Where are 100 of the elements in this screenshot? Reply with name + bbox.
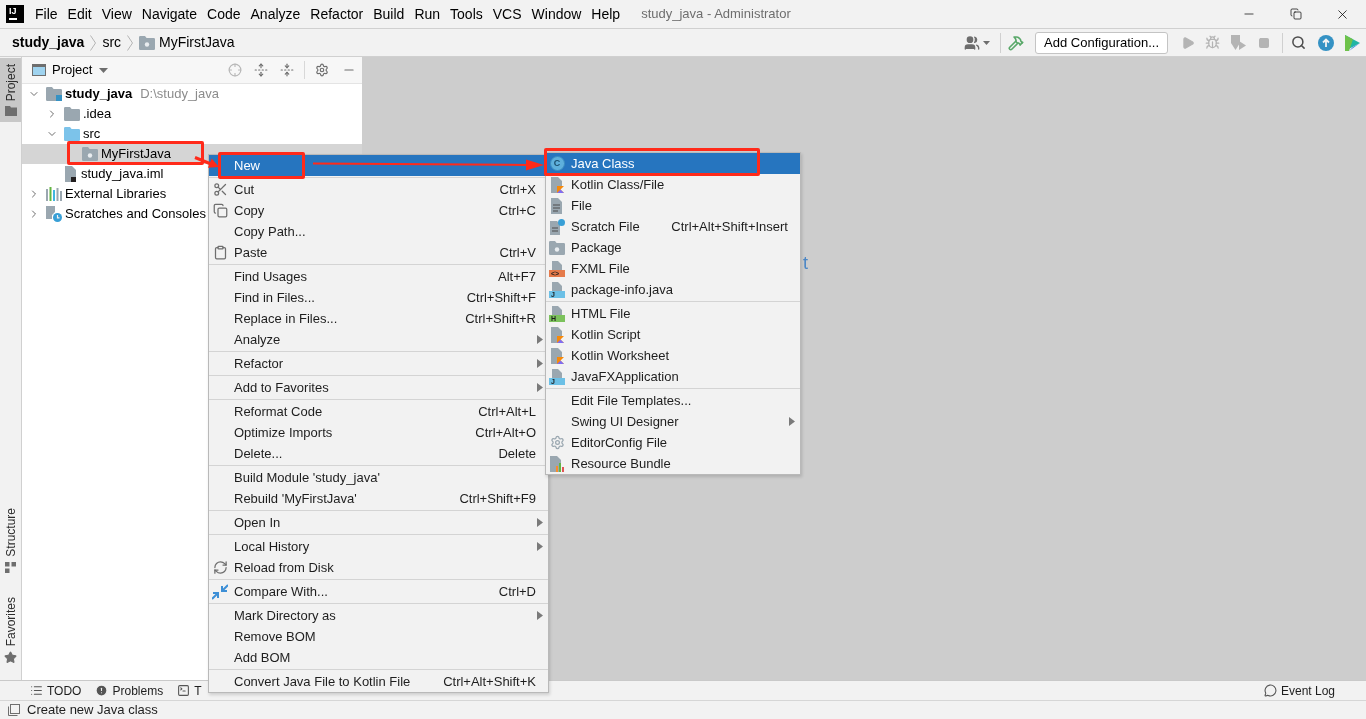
menu-item[interactable]: Package xyxy=(546,237,800,258)
triangle-logo-icon[interactable] xyxy=(1344,34,1360,51)
tool-window-tab[interactable]: Structure xyxy=(0,501,21,579)
project-path: D:\study_java xyxy=(140,85,219,104)
menu-bar-item[interactable]: Build xyxy=(368,2,410,26)
shortcut-label: Ctrl+Alt+Shift+Insert xyxy=(671,217,788,236)
menu-item[interactable]: Open In xyxy=(209,512,548,533)
kotlin-worksheet-icon xyxy=(549,347,565,364)
folder-icon xyxy=(4,106,17,117)
tool-window-tab[interactable]: Problems xyxy=(95,681,164,700)
module-folder-icon xyxy=(46,87,62,101)
menu-item[interactable]: Build Module 'study_java' xyxy=(209,467,548,488)
tool-window-tab[interactable]: Project xyxy=(0,58,21,123)
libraries-icon xyxy=(46,187,62,201)
menu-item[interactable]: Delete... Delete xyxy=(209,443,548,464)
shortcut-label: Ctrl+C xyxy=(498,201,536,220)
menu-item[interactable]: Reformat Code Ctrl+Alt+L xyxy=(209,401,548,422)
copy-icon xyxy=(212,203,228,218)
tool-window-tab[interactable]: Favorites xyxy=(0,590,21,670)
menu-bar-item[interactable]: Run xyxy=(409,2,446,26)
caret-down-icon[interactable] xyxy=(99,67,109,73)
tree-item[interactable]: src xyxy=(22,124,362,144)
event-log-button[interactable]: Event Log xyxy=(1263,681,1335,700)
breadcrumb[interactable]: MyFirstJava xyxy=(139,32,235,53)
package-icon xyxy=(82,147,98,161)
menu-item[interactable]: Find in Files... Ctrl+Shift+F xyxy=(209,287,548,308)
settings-icon[interactable] xyxy=(315,63,329,77)
tool-window-tab[interactable]: TODO xyxy=(30,681,82,700)
menu-bar-item[interactable]: Help xyxy=(586,2,626,26)
menu-bar-item[interactable]: File xyxy=(30,2,63,26)
menu-item[interactable]: Paste Ctrl+V xyxy=(209,242,548,263)
menu-item[interactable]: Swing UI Designer xyxy=(546,411,800,432)
menu-item[interactable]: Optimize Imports Ctrl+Alt+O xyxy=(209,422,548,443)
tool-window-tab[interactable]: T xyxy=(177,681,202,700)
package-icon xyxy=(139,35,156,50)
menu-bar-item[interactable]: Refactor xyxy=(305,2,369,26)
breadcrumb[interactable]: src xyxy=(102,32,122,53)
menu-item[interactable]: Copy Path... xyxy=(209,221,548,242)
menu-item[interactable]: Scratch File Ctrl+Alt+Shift+Insert xyxy=(546,216,800,237)
shortcut-label: Alt+F7 xyxy=(498,267,536,286)
menu-item[interactable]: Kotlin Class/File xyxy=(546,174,800,195)
tree-item[interactable]: .idea xyxy=(22,104,362,124)
menu-item[interactable]: Compare With... Ctrl+D xyxy=(209,581,548,602)
add-configuration-button[interactable]: Add Configuration... xyxy=(1035,31,1168,54)
menu-item[interactable]: Find Usages Alt+F7 xyxy=(209,266,548,287)
menu-item[interactable]: Resource Bundle xyxy=(546,453,800,474)
menu-item[interactable]: Mark Directory as xyxy=(209,605,548,626)
resource-bundle-icon xyxy=(549,455,565,472)
search-icon[interactable] xyxy=(1291,35,1306,50)
users-icon[interactable] xyxy=(964,34,981,51)
shortcut-label: Ctrl+Alt+Shift+K xyxy=(443,672,536,691)
clipboard-icon xyxy=(212,245,228,260)
refresh-icon xyxy=(212,560,228,575)
breadcrumb-separator-icon xyxy=(90,34,97,51)
menu-bar-item[interactable]: Tools xyxy=(445,2,488,26)
square-outline-icon[interactable] xyxy=(8,704,20,716)
menu-item[interactable]: Add BOM xyxy=(209,647,548,668)
hammer-icon[interactable] xyxy=(1008,34,1025,51)
menu-item[interactable]: Replace in Files... Ctrl+Shift+R xyxy=(209,308,548,329)
kotlin-file-icon xyxy=(549,176,565,193)
menu-item[interactable]: Add to Favorites xyxy=(209,377,548,398)
menu-item[interactable]: Copy Ctrl+C xyxy=(209,200,548,221)
menu-item[interactable]: Edit File Templates... xyxy=(546,390,800,411)
menu-bar-item[interactable]: Window xyxy=(526,2,587,26)
menu-item[interactable]: Kotlin Script xyxy=(546,324,800,345)
menu-item[interactable]: Analyze xyxy=(209,329,548,350)
menu-item[interactable]: Local History xyxy=(209,536,548,557)
caret-down-icon[interactable] xyxy=(983,40,991,45)
folder-icon xyxy=(64,107,80,121)
shortcut-label: Ctrl+X xyxy=(499,180,536,199)
menu-item[interactable]: EditorConfig File xyxy=(546,432,800,453)
tree-item[interactable]: study_java D:\study_java xyxy=(22,84,362,104)
menu-bar-item[interactable]: Navigate xyxy=(136,2,203,26)
menu-item[interactable]: C Java Class xyxy=(546,153,800,174)
menu-item[interactable]: Kotlin Worksheet xyxy=(546,345,800,366)
menu-bar-item[interactable]: Edit xyxy=(62,2,97,26)
shortcut-label: Ctrl+V xyxy=(499,243,536,262)
shortcut-label: Ctrl+Alt+L xyxy=(478,402,536,421)
menu-item[interactable]: Reload from Disk xyxy=(209,557,548,578)
menu-item[interactable]: Remove BOM xyxy=(209,626,548,647)
menu-item[interactable]: Cut Ctrl+X xyxy=(209,179,548,200)
shortcut-label: Ctrl+Alt+O xyxy=(475,423,536,442)
collapse-all-icon[interactable] xyxy=(280,63,294,77)
menu-bar-item[interactable]: Analyze xyxy=(245,2,306,26)
shortcut-label: Ctrl+Shift+F xyxy=(466,288,536,307)
menu-item[interactable]: File xyxy=(546,195,800,216)
status-message: Create new Java class xyxy=(27,701,158,719)
menu-item[interactable]: Rebuild 'MyFirstJava' Ctrl+Shift+F9 xyxy=(209,488,548,509)
menu-bar-item[interactable]: Code xyxy=(202,2,246,26)
menu-item[interactable]: Refactor xyxy=(209,353,548,374)
breadcrumb[interactable]: study_java xyxy=(12,32,85,53)
menu-item[interactable]: Convert Java File to Kotlin File Ctrl+Alt+Shift+K xyxy=(209,671,548,692)
menu-bar-item[interactable]: VCS xyxy=(487,2,527,26)
crosshair-icon[interactable] xyxy=(228,63,242,77)
menu-bar-item[interactable]: View xyxy=(96,2,137,26)
class-icon: C xyxy=(549,156,565,171)
expand-all-icon[interactable] xyxy=(254,63,268,77)
document-icon xyxy=(550,197,564,214)
arrow-up-circle-icon[interactable] xyxy=(1318,34,1334,51)
view-selector[interactable]: Project xyxy=(52,60,109,80)
